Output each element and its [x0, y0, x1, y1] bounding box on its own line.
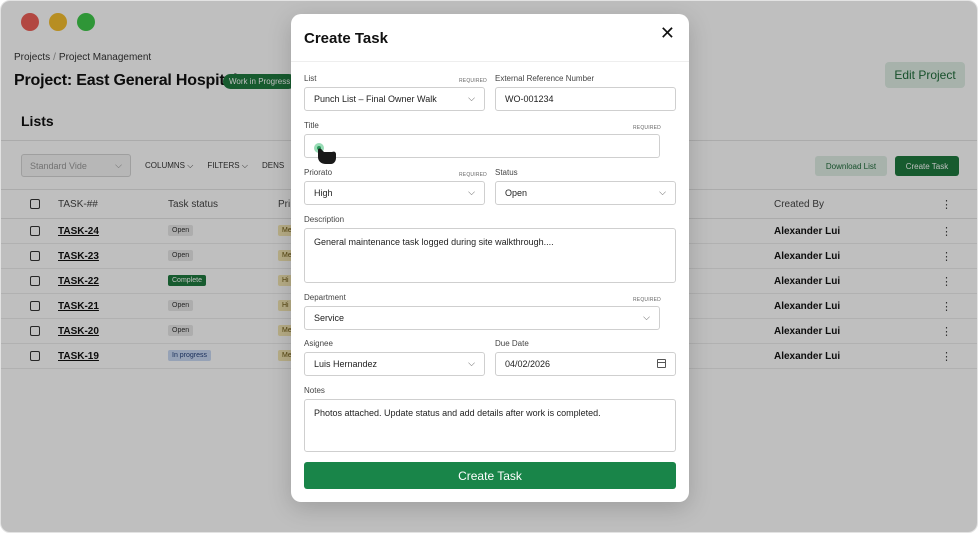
- notes-label: Notes: [304, 386, 325, 395]
- required-tag: REQUIRED: [633, 125, 661, 131]
- external-ref-input[interactable]: WO-001234: [495, 87, 676, 111]
- assignee-label: Asignee: [304, 339, 333, 348]
- hand-pointer-icon: [314, 143, 336, 164]
- required-tag: REQUIRED: [633, 297, 661, 303]
- department-label: Department: [304, 293, 346, 302]
- list-label: List: [304, 74, 317, 83]
- status-label: Status: [495, 168, 518, 177]
- assignee-select[interactable]: Luis Hernandez ⌵: [304, 352, 485, 376]
- due-date-label: Due Date: [495, 339, 529, 348]
- close-icon[interactable]: ✕: [660, 24, 675, 42]
- external-ref-label: External Reference Number: [495, 74, 595, 83]
- status-select-value: Open: [505, 188, 528, 198]
- divider: [291, 61, 689, 62]
- description-label: Description: [304, 215, 345, 224]
- create-task-modal: Create Task ✕ List REQUIRED Punch List –…: [291, 14, 689, 502]
- priority-select[interactable]: High ⌵: [304, 181, 485, 205]
- chevron-down-icon: ⌵: [643, 312, 650, 322]
- notes-textarea[interactable]: Photos attached. Update status and add d…: [304, 399, 676, 452]
- description-textarea[interactable]: General maintenance task logged during s…: [304, 228, 676, 283]
- list-select-value: Punch List – Final Owner Walk: [314, 94, 437, 104]
- title-label: Title: [304, 121, 319, 130]
- priority-select-value: High: [314, 188, 333, 198]
- list-select[interactable]: Punch List – Final Owner Walk ⌵: [304, 87, 485, 111]
- required-tag: REQUIRED: [459, 172, 487, 178]
- status-select[interactable]: Open ⌵: [495, 181, 676, 205]
- chevron-down-icon: ⌵: [468, 187, 475, 197]
- due-date-input[interactable]: 04/02/2026: [495, 352, 676, 376]
- chevron-down-icon: ⌵: [659, 187, 666, 197]
- modal-title: Create Task: [304, 30, 388, 47]
- priority-label: Priorato: [304, 168, 333, 177]
- app-window: Projects / Project Management Project: Eas…: [0, 0, 978, 533]
- chevron-down-icon: ⌵: [468, 93, 475, 103]
- required-tag: REQUIRED: [459, 78, 487, 84]
- chevron-down-icon: ⌵: [468, 358, 475, 368]
- department-select-value: Service: [314, 313, 345, 323]
- calendar-icon[interactable]: [657, 359, 666, 368]
- submit-create-task-button[interactable]: Create Task: [304, 462, 676, 489]
- assignee-select-value: Luis Hernandez: [314, 359, 378, 369]
- title-input[interactable]: [304, 134, 660, 158]
- due-date-value: 04/02/2026: [505, 359, 551, 369]
- department-select[interactable]: Service ⌵: [304, 306, 660, 330]
